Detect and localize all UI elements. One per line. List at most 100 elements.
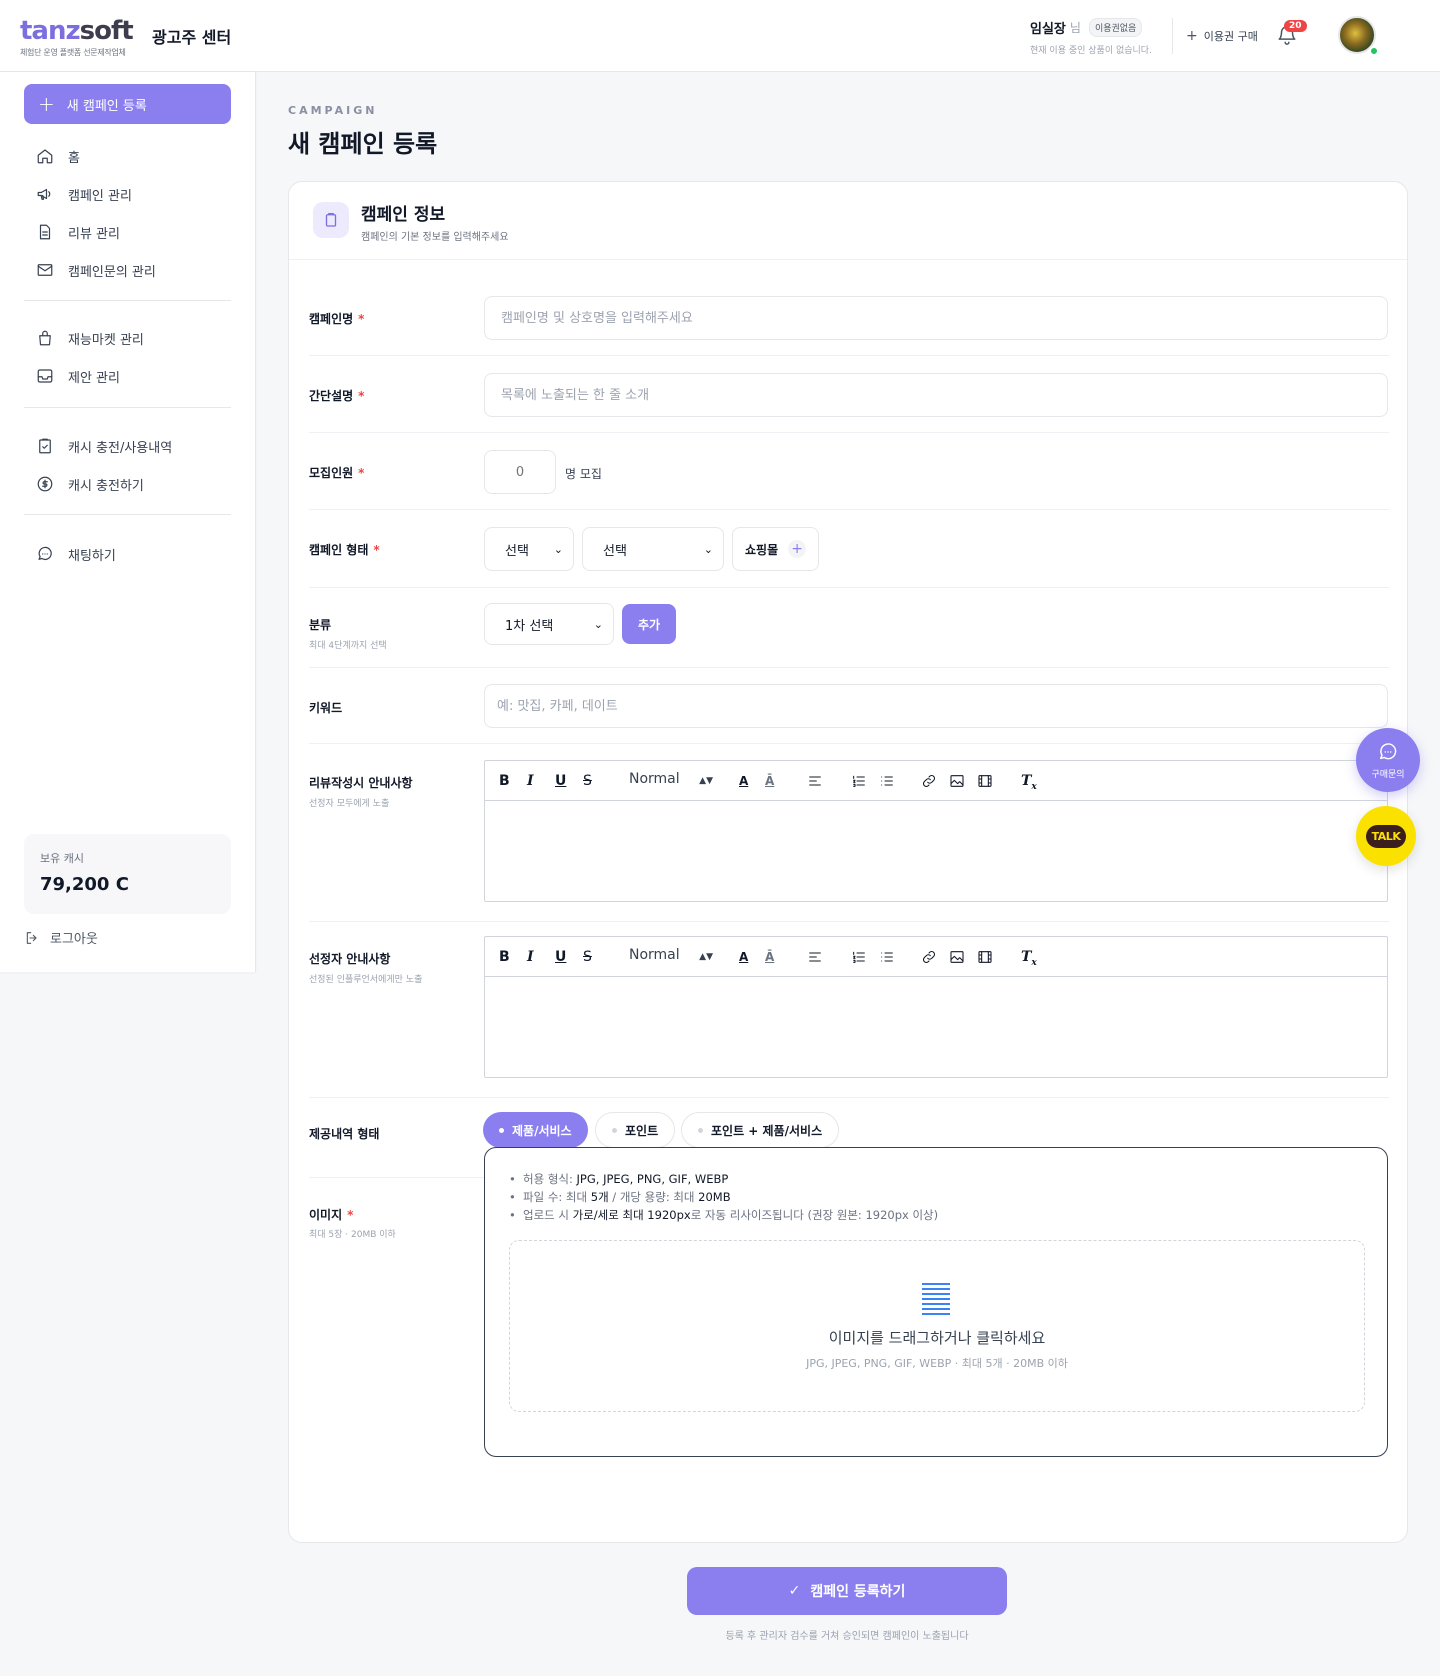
clear-format-icon[interactable]: Tx <box>1021 947 1037 973</box>
editor-content-area[interactable] <box>485 801 1387 901</box>
campaign-name-input[interactable] <box>484 296 1388 340</box>
buy-pass-button[interactable]: + 이용권 구매 <box>1186 28 1258 44</box>
review-guide-sublabel: 선정자 모두에게 노출 <box>309 799 390 809</box>
underline-icon[interactable]: U <box>555 947 566 967</box>
background-color-icon[interactable]: Ā <box>765 947 774 967</box>
logo-tagline: 체험단 운영 플랫폼 선문제작업체 <box>20 48 126 57</box>
review-guide-editor: B I U S Normal ▲▼ A Ā Tx <box>484 760 1388 902</box>
new-campaign-button[interactable]: + 새 캠페인 등록 <box>24 84 231 124</box>
online-status-dot <box>1369 46 1379 56</box>
text-format-select[interactable]: Normal ▲▼ <box>629 947 713 967</box>
plus-icon: + <box>38 92 55 116</box>
category-add-button[interactable]: 추가 <box>622 604 676 644</box>
shop-mall-chip[interactable]: 쇼핑몰 + <box>732 527 820 571</box>
sidebar-item-proposals[interactable]: 제안 관리 <box>36 364 120 388</box>
plan-badge: 이용권없음 <box>1088 18 1143 37</box>
cash-balance-card: 보유 캐시 79,200 C <box>24 834 231 914</box>
dollar-icon <box>37 476 53 492</box>
card-header: 캠페인 정보 캠페인의 기본 정보를 입력해주세요 <box>289 182 1407 260</box>
keyword-input[interactable] <box>484 684 1388 728</box>
campaign-name-label: 캠페인명 * <box>309 312 365 326</box>
offer-option-point-product[interactable]: 포인트 + 제품/서비스 <box>681 1112 840 1148</box>
drop-zone-subtitle: JPG, JPEG, PNG, GIF, WEBP · 최대 5개 · 20MB… <box>806 1357 1068 1370</box>
short-desc-input[interactable] <box>484 373 1388 417</box>
link-icon[interactable] <box>921 771 937 789</box>
image-drop-zone[interactable]: 이미지를 드래그하거나 클릭하세요 JPG, JPEG, PNG, GIF, W… <box>509 1240 1365 1412</box>
image-rule-format: 허용 형식: JPG, JPEG, PNG, GIF, WEBP <box>509 1170 938 1188</box>
sidebar-item-market[interactable]: 재능마켓 관리 <box>36 326 144 350</box>
sidebar-divider <box>24 407 231 408</box>
italic-icon[interactable]: I <box>527 771 534 791</box>
sidebar-item-label: 채팅하기 <box>68 548 116 564</box>
radio-dot <box>698 1127 703 1133</box>
row-divider <box>309 509 1389 510</box>
logo[interactable]: tanzsoft 체험단 운영 플랫폼 선문제작업체 <box>20 16 134 58</box>
sidebar-item-campaigns[interactable]: 캠페인 관리 <box>36 182 132 206</box>
document-icon <box>922 1283 950 1317</box>
kakao-talk-icon: TALK <box>1365 824 1407 848</box>
sidebar-item-label: 제안 관리 <box>68 370 120 386</box>
bold-icon[interactable]: B <box>499 771 510 791</box>
sidebar-item-label: 재능마켓 관리 <box>68 332 144 348</box>
text-color-icon[interactable]: A <box>739 771 748 791</box>
video-icon[interactable] <box>977 947 993 965</box>
campaign-type-select-2[interactable]: 선택 ⌄ <box>582 527 724 571</box>
sidebar-item-cash-charge[interactable]: 캐시 충전하기 <box>36 472 144 496</box>
kakao-talk-button[interactable]: TALK <box>1356 806 1416 866</box>
sidebar-item-chat[interactable]: 채팅하기 <box>36 542 116 566</box>
bullet-list-icon[interactable] <box>879 771 895 789</box>
chevron-down-icon: ⌄ <box>703 542 713 556</box>
text-format-select[interactable]: Normal ▲▼ <box>629 771 713 791</box>
format-value: Normal <box>629 771 680 787</box>
sidebar-item-reviews[interactable]: 리뷰 관리 <box>36 220 120 244</box>
notification-count-badge: 20 <box>1284 20 1307 32</box>
user-info: 임실장 님 이용권없음 현재 이용 중인 상품이 없습니다. <box>1030 18 1165 56</box>
offer-option-point[interactable]: 포인트 <box>595 1112 676 1148</box>
sidebar-item-cash-history[interactable]: 캐시 충전/사용내역 <box>36 434 172 458</box>
sidebar-item-home[interactable]: 홈 <box>36 144 80 168</box>
center-title: 광고주 센터 <box>152 28 232 47</box>
bold-icon[interactable]: B <box>499 947 510 967</box>
video-icon[interactable] <box>977 771 993 789</box>
sidebar-item-label: 홈 <box>68 150 80 166</box>
purchase-inquiry-button[interactable]: 구매문의 <box>1356 728 1420 792</box>
megaphone-icon <box>37 188 51 200</box>
offer-option-product[interactable]: 제품/서비스 <box>483 1112 588 1148</box>
home-icon <box>37 149 53 164</box>
image-icon[interactable] <box>949 947 965 965</box>
logout-button[interactable]: 로그아웃 <box>24 928 98 947</box>
align-left-icon[interactable] <box>807 947 823 965</box>
mail-icon <box>37 264 53 276</box>
sidebar-item-inquiries[interactable]: 캠페인문의 관리 <box>36 258 156 282</box>
chevron-down-icon: ⌄ <box>553 542 563 556</box>
clipboard-check-icon <box>39 438 51 454</box>
link-icon[interactable] <box>921 947 937 965</box>
background-color-icon[interactable]: Ā <box>765 771 774 791</box>
card-title: 캠페인 정보 <box>361 205 446 225</box>
ordered-list-icon[interactable] <box>851 771 867 789</box>
buy-pass-label: 이용권 구매 <box>1203 30 1258 43</box>
underline-icon[interactable]: U <box>555 771 566 791</box>
row-divider <box>309 355 1389 356</box>
bullet-list-icon[interactable] <box>879 947 895 965</box>
italic-icon[interactable]: I <box>527 947 534 967</box>
text-color-icon[interactable]: A <box>739 947 748 967</box>
user-suffix: 님 <box>1069 21 1081 35</box>
submit-campaign-button[interactable]: ✓ 캠페인 등록하기 <box>687 1567 1007 1615</box>
offer-type-label: 제공내역 형태 <box>309 1127 380 1141</box>
align-left-icon[interactable] <box>807 771 823 789</box>
image-icon[interactable] <box>949 771 965 789</box>
recruit-count-input[interactable] <box>484 450 556 494</box>
editor-content-area[interactable] <box>485 977 1387 1077</box>
strikethrough-icon[interactable]: S <box>583 947 592 967</box>
logo-text-1: tanz <box>20 16 81 46</box>
drop-zone-title: 이미지를 드래그하거나 클릭하세요 <box>828 1329 1046 1347</box>
clear-format-icon[interactable]: Tx <box>1021 771 1037 797</box>
plus-icon: + <box>1186 28 1198 44</box>
category-select[interactable]: 1차 선택 ⌄ <box>484 603 614 645</box>
campaign-type-select-1[interactable]: 선택 ⌄ <box>484 527 574 571</box>
strikethrough-icon[interactable]: S <box>583 771 592 791</box>
ordered-list-icon[interactable] <box>851 947 867 965</box>
image-rules-list: 허용 형식: JPG, JPEG, PNG, GIF, WEBP 파일 수: 최… <box>509 1170 938 1224</box>
page-eyebrow: CAMPAIGN <box>288 104 378 117</box>
